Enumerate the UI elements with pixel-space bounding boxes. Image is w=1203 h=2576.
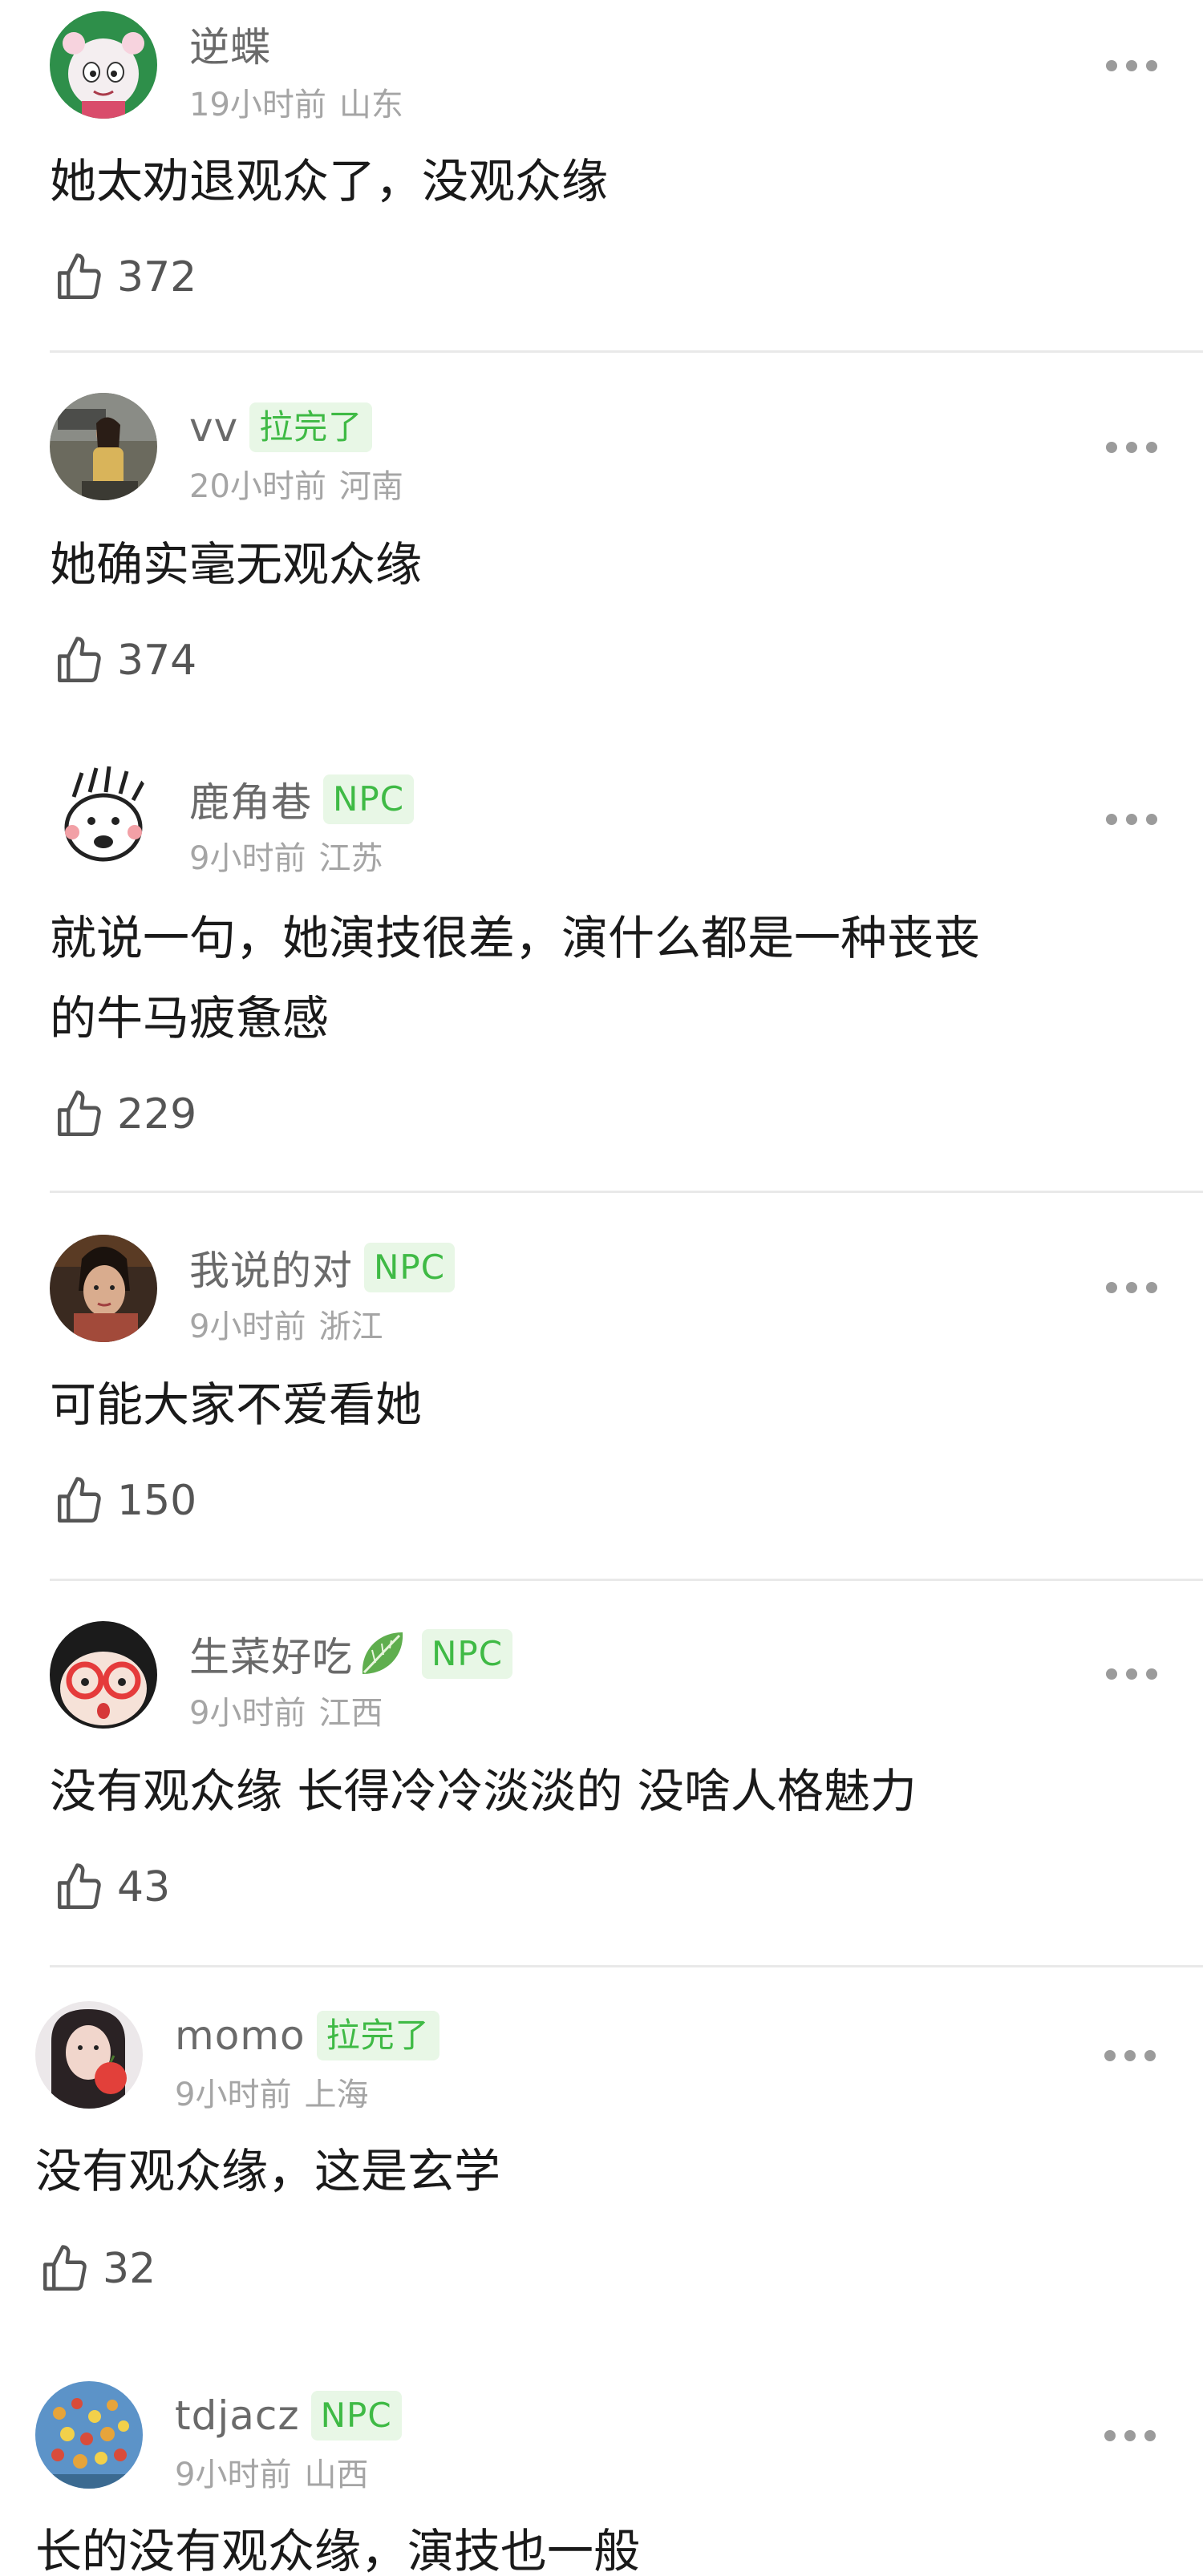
like-count: 229	[117, 1090, 197, 1138]
like-button[interactable]: 374	[53, 629, 196, 693]
more-options-button[interactable]	[1104, 58, 1160, 74]
divider	[50, 1191, 1203, 1193]
thumbs-up-icon	[58, 1090, 101, 1136]
lettuce-leaf-icon	[362, 1632, 403, 1674]
like-button[interactable]: 32	[38, 2237, 156, 2301]
comment-text: 没有观众缘 长得冷冷淡淡的 没啥人格魅力	[50, 1764, 917, 1818]
username-row: 生菜好吃 NPC	[189, 1625, 513, 1683]
like-count: 32	[103, 2245, 156, 2293]
username-row: 我说的对 NPC	[189, 1239, 456, 1296]
avatar[interactable]	[50, 765, 157, 872]
more-options-button[interactable]	[1104, 1280, 1160, 1296]
user-badge: NPC	[310, 2391, 402, 2441]
comment-location: 江苏	[318, 840, 383, 877]
comment-text: 没有观众缘，这是玄学	[35, 2144, 501, 2198]
comment-time: 9小时前	[189, 1308, 306, 1345]
username-row: tdjacz NPC	[175, 2388, 402, 2444]
comment-text: 可能大家不爱看她	[50, 1377, 423, 1432]
thumbs-up-icon	[58, 253, 101, 299]
more-dots-icon	[1106, 60, 1157, 71]
comment-text: 她太劝退观众了，没观众缘	[50, 154, 609, 208]
comment-meta: 20小时前 河南	[189, 460, 403, 507]
comment-meta: 9小时前 上海	[175, 2068, 368, 2115]
comment-time: 9小时前	[189, 1695, 306, 1732]
username[interactable]: 生菜好吃	[189, 1625, 353, 1683]
comment-text: 她确实毫无观众缘	[50, 537, 423, 592]
more-dots-icon	[1104, 2050, 1156, 2061]
like-count: 374	[117, 637, 197, 685]
like-button[interactable]: 43	[53, 1855, 170, 1919]
comment-meta: 9小时前 江苏	[189, 832, 383, 879]
comment-time: 9小时前	[175, 2457, 292, 2493]
avatar[interactable]	[50, 11, 157, 119]
comment-text: 长的没有观众缘，演技也一般	[35, 2524, 641, 2576]
more-dots-icon	[1106, 442, 1157, 453]
comment-item: 我说的对 NPC 9小时前 浙江 可能大家不爱看她 150	[0, 1195, 1203, 1581]
avatar[interactable]	[35, 2381, 143, 2489]
more-options-button[interactable]	[1102, 2428, 1158, 2444]
like-button[interactable]: 150	[53, 1469, 196, 1533]
comment-time: 9小时前	[175, 2077, 292, 2113]
avatar[interactable]	[50, 1235, 157, 1342]
user-badge: 拉完了	[249, 402, 373, 452]
comment-item: vv 拉完了 20小时前 河南 她确实毫无观众缘 374	[0, 353, 1203, 730]
comment-location: 上海	[304, 2077, 369, 2113]
comment-time: 20小时前	[189, 468, 326, 505]
like-button[interactable]: 229	[53, 1082, 196, 1146]
comment-location: 浙江	[318, 1308, 383, 1345]
username-row: momo 拉完了	[175, 2008, 439, 2064]
comment-location: 江西	[318, 1695, 383, 1732]
user-badge: 拉完了	[316, 2011, 439, 2060]
more-dots-icon	[1104, 2430, 1156, 2441]
comment-meta: 9小时前 山西	[175, 2449, 368, 2495]
more-dots-icon	[1106, 1668, 1157, 1680]
comment-time: 19小时前	[189, 87, 326, 123]
comment-location: 山西	[304, 2457, 369, 2493]
more-options-button[interactable]	[1104, 439, 1160, 455]
username-row: 鹿角巷 NPC	[189, 770, 415, 828]
comment-item: 生菜好吃 NPC 9小时前 江西 没有观众缘 长得冷冷淡淡的 没啥人格魅力 43	[0, 1581, 1203, 1967]
avatar[interactable]	[50, 393, 157, 500]
avatar[interactable]	[50, 1621, 157, 1729]
comment-text: 就说一句，她演技很差，演什么都是一种丧丧 的牛马疲惫感	[50, 911, 981, 1045]
comment-meta: 9小时前 江西	[189, 1687, 383, 1733]
more-dots-icon	[1106, 814, 1157, 825]
more-dots-icon	[1106, 1282, 1157, 1293]
username-row: vv 拉完了	[189, 399, 373, 455]
username[interactable]: 逆蝶	[189, 15, 271, 73]
more-options-button[interactable]	[1104, 811, 1160, 827]
like-count: 150	[117, 1477, 197, 1525]
user-badge: NPC	[364, 1243, 456, 1292]
comment-item: tdjacz NPC 9小时前 山西 长的没有观众缘，演技也一般	[0, 2344, 1203, 2576]
like-count: 43	[117, 1863, 171, 1911]
comment-item: 鹿角巷 NPC 9小时前 江苏 就说一句，她演技很差，演什么都是一种丧丧 的牛马疲…	[0, 730, 1203, 1195]
comment-location: 山东	[338, 87, 403, 123]
user-badge: NPC	[323, 774, 415, 824]
thumbs-up-icon	[58, 637, 101, 682]
username[interactable]: vv	[189, 404, 238, 451]
comment-time: 9小时前	[189, 840, 306, 877]
thumbs-up-icon	[58, 1863, 101, 1909]
comment-location: 河南	[338, 468, 403, 505]
username[interactable]: tdjacz	[175, 2392, 300, 2439]
avatar[interactable]	[35, 2001, 143, 2109]
more-options-button[interactable]	[1102, 2048, 1158, 2064]
comment-meta: 19小时前 山东	[189, 79, 403, 125]
like-button[interactable]: 372	[53, 245, 196, 309]
username[interactable]: 我说的对	[189, 1239, 353, 1296]
user-badge: NPC	[422, 1629, 513, 1679]
username[interactable]: 鹿角巷	[189, 770, 312, 828]
username[interactable]: momo	[175, 2012, 306, 2059]
comment-item: momo 拉完了 9小时前 上海 没有观众缘，这是玄学 32	[0, 1967, 1203, 2344]
like-count: 372	[117, 253, 197, 301]
more-options-button[interactable]	[1104, 1666, 1160, 1682]
username-row: 逆蝶	[189, 16, 271, 72]
comment-item: 逆蝶 19小时前 山东 她太劝退观众了，没观众缘 372	[0, 0, 1203, 353]
thumbs-up-icon	[58, 1477, 101, 1523]
comment-meta: 9小时前 浙江	[189, 1300, 383, 1347]
thumbs-up-icon	[43, 2245, 87, 2291]
